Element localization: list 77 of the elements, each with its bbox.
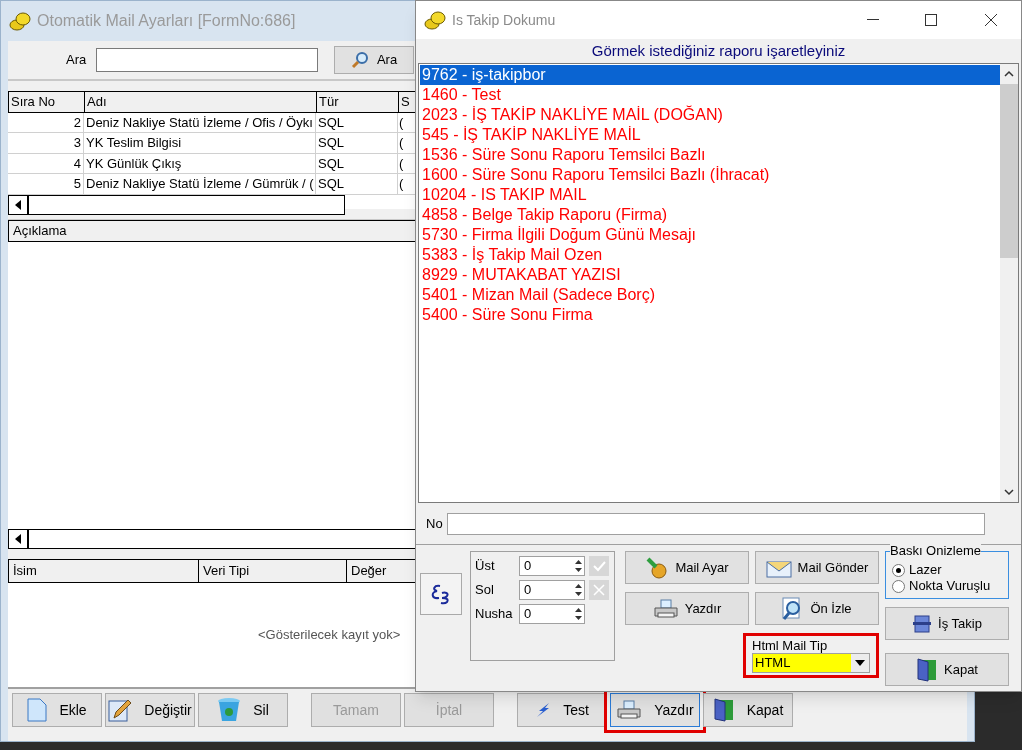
report-item[interactable]: 5400 - Süre Sonu Firma <box>420 305 1000 325</box>
radio-option[interactable]: Lazer <box>892 562 1008 578</box>
table-cell: SQL <box>316 133 398 153</box>
toolbar-button[interactable]: Ekle <box>12 693 102 727</box>
spinner-label: Sol <box>475 581 495 600</box>
column-header[interactable]: Tür <box>317 92 399 112</box>
printer-icon <box>616 700 643 720</box>
table-cell: Deniz Nakliye Statü İzleme / Ofis / Öykı <box>84 112 316 132</box>
window-title: Is Takip Dokumu <box>452 10 557 30</box>
dialog-heading: Görmek istediğiniz raporu işaretleyiniz <box>591 40 846 61</box>
coins-icon <box>9 11 31 31</box>
report-item[interactable]: 5383 - İş Takip Mail Ozen <box>420 245 1000 265</box>
table-cell: YK Günlük Çıkış <box>84 153 316 173</box>
table-cell: SQL <box>316 153 398 173</box>
dialog-button[interactable]: İş Takip <box>885 607 1009 640</box>
maximize-icon[interactable] <box>925 14 937 26</box>
table-cell: SQL <box>316 112 398 132</box>
spin-field[interactable]: 0 <box>519 556 585 576</box>
checkmark-icon[interactable] <box>589 556 609 576</box>
spin-arrows-icon[interactable] <box>575 583 582 597</box>
table-cell: 5 <box>8 174 84 194</box>
dialog-button[interactable]: Ön İzle <box>755 592 879 625</box>
radio-option[interactable]: Nokta Vuruşlu <box>892 578 1008 594</box>
horizontal-scrollbar[interactable] <box>8 194 345 215</box>
column-header[interactable]: Adı <box>85 92 317 112</box>
dialog-button[interactable]: Kapat <box>885 653 1009 686</box>
spinner-label: Üst <box>475 557 496 576</box>
recycle-bin-icon <box>217 697 242 723</box>
column-header[interactable]: Veri Tipi <box>199 560 347 582</box>
table-cell: SQL <box>316 174 398 194</box>
report-item[interactable]: 9762 - iş-takipbor <box>420 65 1000 85</box>
document-icon <box>27 698 48 722</box>
pencil-icon <box>108 698 133 722</box>
spin-arrows-icon[interactable] <box>575 607 582 621</box>
door-icon <box>712 698 735 722</box>
window-title: Otomatik Mail Ayarları [FormNo:686] <box>37 11 296 31</box>
search-field[interactable] <box>96 48 318 72</box>
close-icon[interactable] <box>985 14 997 26</box>
search-icon <box>350 51 369 69</box>
no-field[interactable] <box>446 512 985 535</box>
table-cell: YK Teslim Bilgisi <box>84 133 316 153</box>
dialog-button[interactable]: Yazdır <box>625 592 749 625</box>
toolbar-button[interactable]: Değiştir <box>105 693 195 727</box>
table-cell: 3 <box>8 133 84 153</box>
radio-icon[interactable] <box>892 579 905 593</box>
report-item[interactable]: 8929 - MUTAKABAT YAZISI <box>420 265 1000 285</box>
toolbar-button[interactable]: Sil <box>198 693 288 727</box>
toolbar-button[interactable]: Test <box>517 693 607 727</box>
table-cell: Deniz Nakliye Statü İzleme / Gümrük / ( <box>84 174 316 194</box>
door-icon <box>916 657 938 682</box>
coins-icon <box>424 10 446 30</box>
dialog-button[interactable]: Mail Ayar <box>625 551 749 584</box>
logo-icon <box>420 573 462 615</box>
search-label: Ara <box>66 51 88 70</box>
spin-arrows-icon[interactable] <box>575 559 582 573</box>
printer-icon <box>652 598 679 619</box>
dialog-button[interactable]: Mail Gönder <box>755 551 879 584</box>
vertical-scrollbar[interactable] <box>1000 64 1018 502</box>
column-header[interactable]: İsim <box>9 560 199 582</box>
spin-field[interactable]: 0 <box>519 580 585 600</box>
binder-icon <box>912 614 933 633</box>
spin-field[interactable]: 0 <box>519 604 585 624</box>
group-title: Baskı Onizleme <box>890 544 982 558</box>
dropdown-arrow-icon[interactable] <box>855 660 865 666</box>
radio-icon[interactable] <box>892 563 905 577</box>
search-button[interactable]: Ara <box>334 46 414 74</box>
column-header[interactable]: Sıra No <box>9 92 85 112</box>
toolbar-button[interactable]: Kapat <box>703 693 793 727</box>
table-cell: 2 <box>8 112 84 132</box>
empty-message: <Gösterilecek kayıt yok> <box>258 626 401 645</box>
mail-type-dropdown[interactable]: HTML <box>752 653 870 673</box>
minimize-icon[interactable] <box>867 19 879 21</box>
spinner-label: Nusha <box>475 605 514 624</box>
table-cell: 4 <box>8 153 84 173</box>
no-label: No <box>426 514 443 533</box>
report-item[interactable]: 5401 - Mizan Mail (Sadece Borç) <box>420 285 1000 305</box>
field-label: Html Mail Tip <box>752 638 829 653</box>
